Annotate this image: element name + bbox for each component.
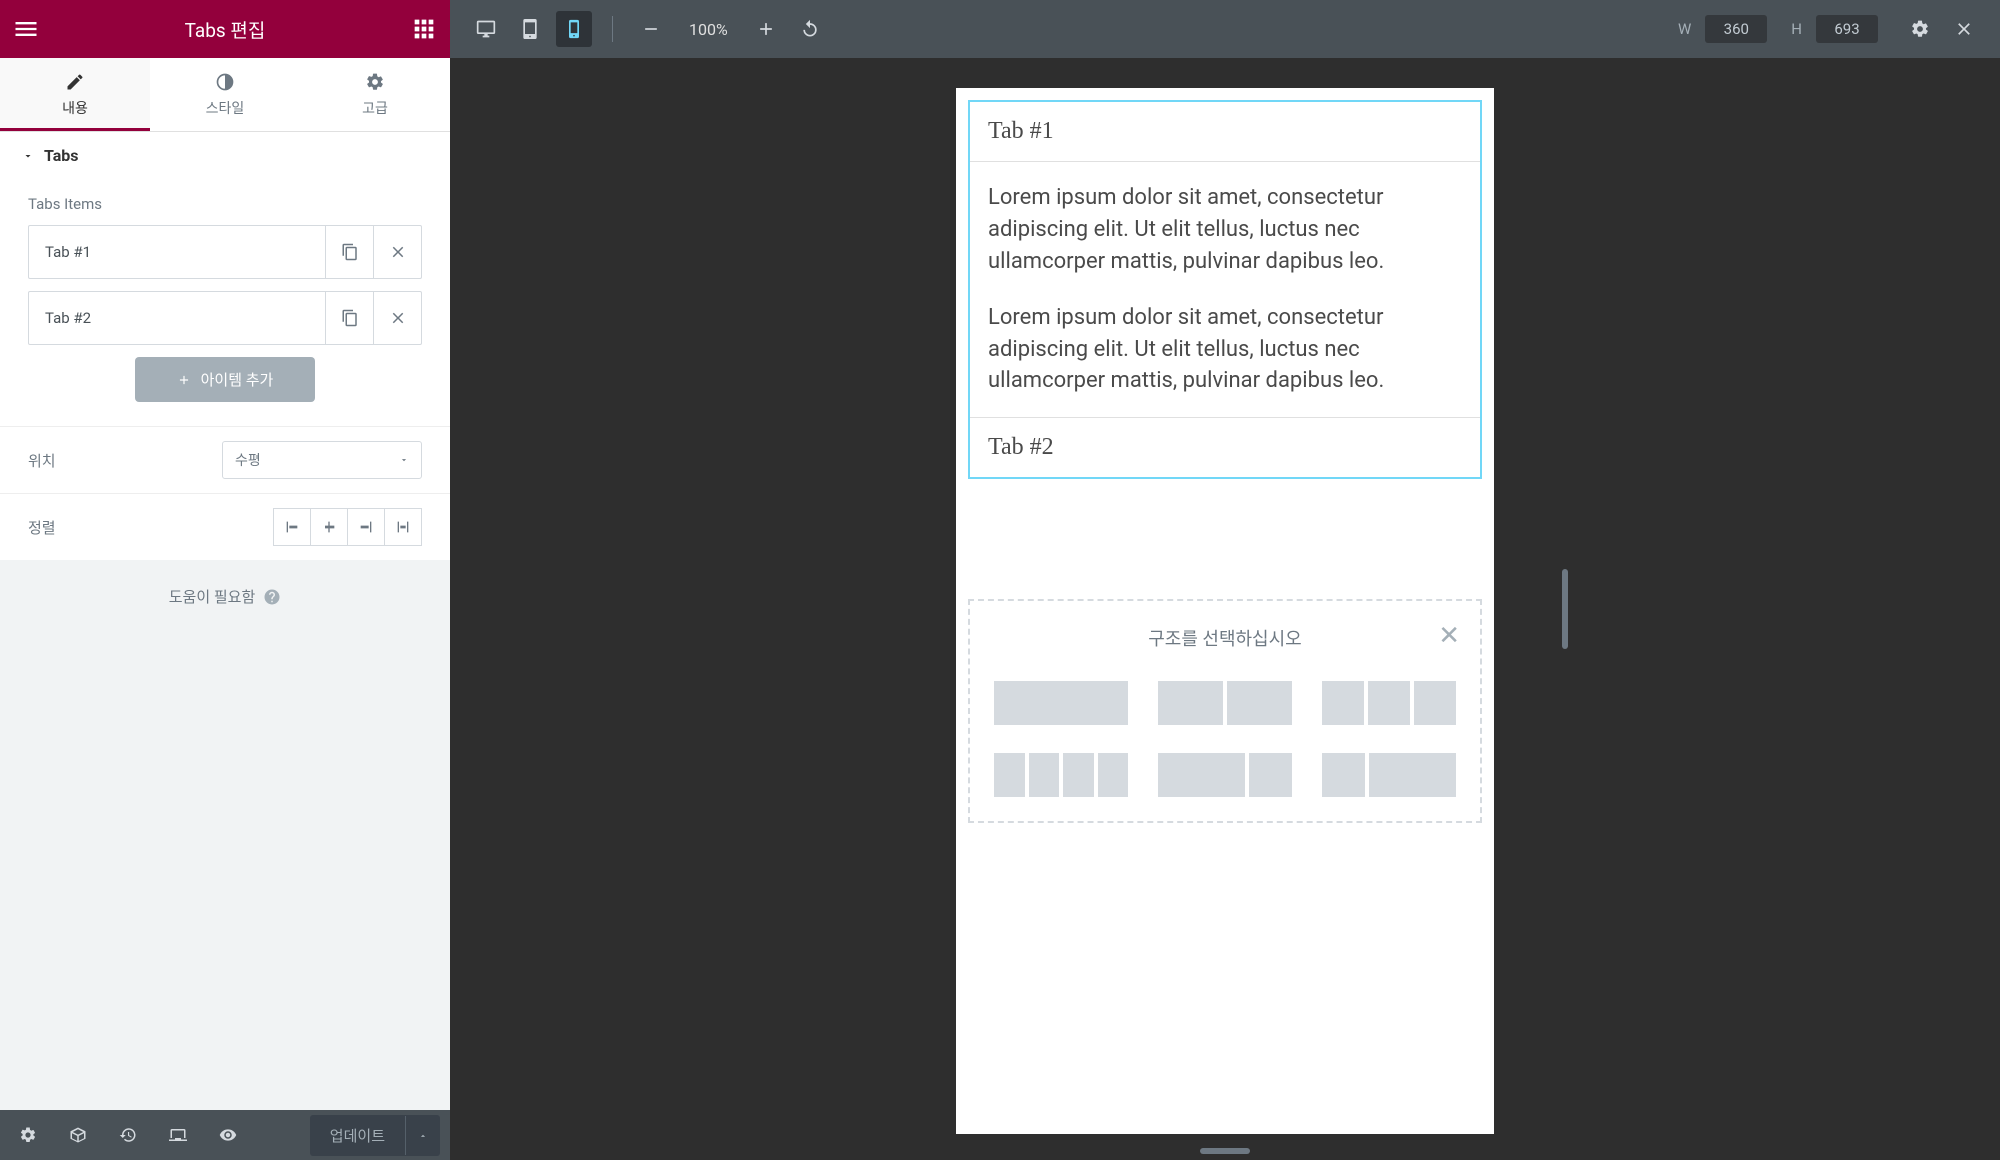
structure-title: 구조를 선택하십시오	[994, 625, 1456, 651]
width-input[interactable]	[1705, 15, 1767, 43]
top-toolbar: 100% W H	[450, 0, 2000, 58]
remove-icon[interactable]	[373, 226, 421, 278]
tablet-icon[interactable]	[512, 11, 548, 47]
update-button-group: 업데이트	[310, 1115, 440, 1156]
settings-icon[interactable]	[10, 1117, 46, 1153]
position-value: 수평	[235, 450, 261, 470]
tab-content-p1: Lorem ipsum dolor sit amet, consectetur …	[988, 182, 1462, 278]
zoom-out-icon[interactable]	[633, 11, 669, 47]
editor-panel: Tabs 편집 내용 스타일 고급 Tabs Tabs Items Tab #1	[0, 0, 450, 1160]
update-button[interactable]: 업데이트	[310, 1115, 405, 1156]
mobile-icon[interactable]	[556, 11, 592, 47]
help-label: 도움이 필요함	[169, 586, 256, 607]
settings-icon[interactable]	[1902, 11, 1938, 47]
tab-1-title[interactable]: Tab #1	[970, 102, 1480, 162]
structure-picker: ✕ 구조를 선택하십시오	[968, 599, 1482, 823]
section-tabs-header[interactable]: Tabs	[0, 132, 450, 179]
align-justify-button[interactable]	[384, 508, 422, 546]
close-icon[interactable]: ✕	[1438, 621, 1460, 651]
tab-content[interactable]: 내용	[0, 58, 150, 131]
align-control: 정렬	[0, 493, 450, 560]
main-area: 100% W H Tab #1 Lorem ipsum dolor sit am…	[450, 0, 2000, 1160]
update-dropdown-icon[interactable]	[405, 1116, 440, 1155]
item-label[interactable]: Tab #2	[29, 292, 325, 344]
position-control: 위치 수평	[0, 426, 450, 493]
position-select[interactable]: 수평	[222, 441, 422, 479]
align-group	[273, 508, 422, 546]
height-label: H	[1791, 20, 1802, 38]
duplicate-icon[interactable]	[325, 292, 373, 344]
tab-style-label: 스타일	[206, 98, 245, 118]
responsive-icon[interactable]	[160, 1117, 196, 1153]
panel-footer: 업데이트	[0, 1110, 450, 1160]
structure-grid	[994, 681, 1456, 797]
panel-content: Tabs Tabs Items Tab #1 Tab #2	[0, 132, 450, 1110]
zoom-in-icon[interactable]	[748, 11, 784, 47]
desktop-icon[interactable]	[468, 11, 504, 47]
structure-1col[interactable]	[994, 681, 1128, 725]
structure-right-wide[interactable]	[1322, 753, 1456, 797]
structure-3col[interactable]	[1322, 681, 1456, 725]
panel-header: Tabs 편집	[0, 0, 450, 58]
section-title: Tabs	[44, 146, 79, 165]
tab-2-title[interactable]: Tab #2	[970, 417, 1480, 477]
preview-icon[interactable]	[210, 1117, 246, 1153]
panel-title: Tabs 편집	[40, 16, 410, 43]
menu-icon[interactable]	[12, 15, 40, 43]
tabs-nav: 내용 스타일 고급	[0, 58, 450, 132]
items-label: Tabs Items	[28, 195, 422, 213]
reset-zoom-icon[interactable]	[792, 11, 828, 47]
structure-4col[interactable]	[994, 753, 1128, 797]
tabs-item-row: Tab #2	[28, 291, 422, 345]
resize-handle-bottom[interactable]	[1200, 1148, 1250, 1154]
tab-advanced[interactable]: 고급	[300, 58, 450, 131]
structure-left-wide[interactable]	[1158, 753, 1292, 797]
tabs-widget[interactable]: Tab #1 Lorem ipsum dolor sit amet, conse…	[968, 100, 1482, 479]
align-center-button[interactable]	[310, 508, 348, 546]
add-item-button[interactable]: 아이템 추가	[135, 357, 315, 402]
close-icon[interactable]	[1946, 11, 1982, 47]
tab-advanced-label: 고급	[362, 98, 388, 118]
position-label: 위치	[28, 450, 56, 471]
item-label[interactable]: Tab #1	[29, 226, 325, 278]
align-end-button[interactable]	[347, 508, 385, 546]
separator	[612, 16, 613, 42]
device-content: Tab #1 Lorem ipsum dolor sit amet, conse…	[956, 88, 1494, 835]
tabs-item-row: Tab #1	[28, 225, 422, 279]
structure-2col[interactable]	[1158, 681, 1292, 725]
tab-1-content: Lorem ipsum dolor sit amet, consectetur …	[970, 162, 1480, 417]
navigator-icon[interactable]	[60, 1117, 96, 1153]
add-item-label: 아이템 추가	[201, 369, 274, 390]
duplicate-icon[interactable]	[325, 226, 373, 278]
canvas: Tab #1 Lorem ipsum dolor sit amet, conse…	[450, 58, 2000, 1160]
align-start-button[interactable]	[273, 508, 311, 546]
align-label: 정렬	[28, 517, 56, 538]
history-icon[interactable]	[110, 1117, 146, 1153]
help-link[interactable]: 도움이 필요함	[0, 560, 450, 633]
section-body: Tabs Items Tab #1 Tab #2	[0, 179, 450, 426]
widgets-icon[interactable]	[410, 15, 438, 43]
resize-handle-right[interactable]	[1562, 569, 1568, 649]
remove-icon[interactable]	[373, 292, 421, 344]
tab-style[interactable]: 스타일	[150, 58, 300, 131]
height-input[interactable]	[1816, 15, 1878, 43]
tab-content-label: 내용	[62, 98, 88, 118]
device-preview[interactable]: Tab #1 Lorem ipsum dolor sit amet, conse…	[956, 88, 1494, 1134]
zoom-label: 100%	[689, 20, 728, 39]
width-label: W	[1678, 20, 1691, 38]
tab-content-p2: Lorem ipsum dolor sit amet, consectetur …	[988, 302, 1462, 398]
